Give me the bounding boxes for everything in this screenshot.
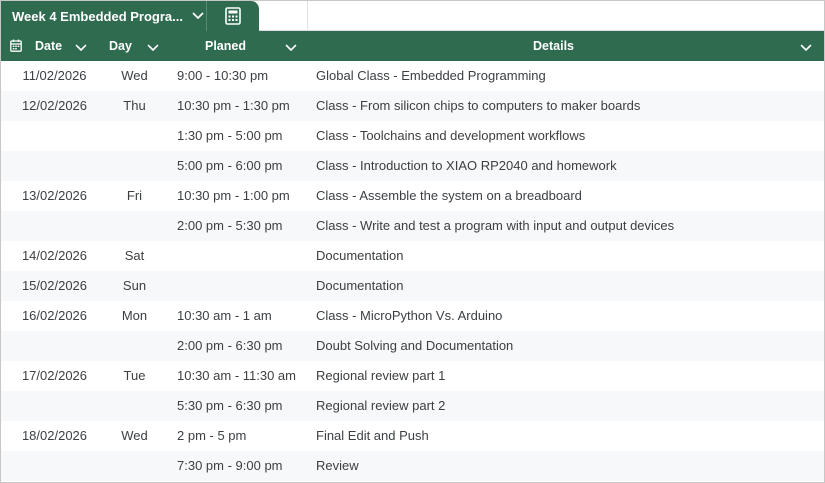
column-header-details[interactable]: Details — [308, 31, 824, 61]
column-header-row: Date Day Planed Details — [1, 31, 824, 61]
cell-date[interactable]: 16/02/2026 — [1, 301, 108, 331]
table-row[interactable]: 14/02/2026 Sat Documentation — [1, 241, 824, 271]
table-body: 11/02/2026 Wed 9:00 - 10:30 pm Global Cl… — [1, 61, 824, 481]
cell-planed[interactable]: 10:30 am - 11:30 am — [177, 361, 296, 391]
cell-planed[interactable]: 9:00 - 10:30 pm — [177, 61, 268, 91]
cell-planed[interactable]: 7:30 pm - 9:00 pm — [177, 451, 283, 481]
chevron-down-icon[interactable] — [192, 12, 204, 20]
cell-planed[interactable]: 2:00 pm - 6:30 pm — [177, 331, 283, 361]
cell-planed[interactable]: 1:30 pm - 5:00 pm — [177, 121, 283, 151]
table-row[interactable]: 2:00 pm - 6:30 pm Doubt Solving and Docu… — [1, 331, 824, 361]
calculator-icon[interactable] — [207, 1, 259, 31]
chevron-down-icon[interactable] — [800, 41, 812, 55]
cell-details[interactable]: Doubt Solving and Documentation — [316, 331, 513, 361]
table-row[interactable]: 15/02/2026 Sun Documentation — [1, 271, 824, 301]
cell-day[interactable]: Sat — [98, 241, 171, 271]
column-header-date[interactable]: Date — [1, 31, 98, 61]
chevron-down-icon[interactable] — [147, 41, 159, 55]
cell-day[interactable]: Sun — [98, 271, 171, 301]
cell-details[interactable]: Class - Introduction to XIAO RP2040 and … — [316, 151, 617, 181]
cell-day[interactable] — [98, 451, 171, 481]
cell-date[interactable] — [1, 331, 108, 361]
cell-details[interactable]: Class - Write and test a program with in… — [316, 211, 674, 241]
cell-details[interactable]: Documentation — [316, 271, 403, 301]
cell-planed[interactable]: 5:00 pm - 6:00 pm — [177, 151, 283, 181]
cell-details[interactable]: Regional review part 2 — [316, 391, 445, 421]
table-row[interactable]: 17/02/2026 Tue 10:30 am - 11:30 am Regio… — [1, 361, 824, 391]
table-tab-name[interactable]: Week 4 Embedded Progra... — [1, 1, 206, 31]
cell-details[interactable]: Review — [316, 451, 359, 481]
cell-details[interactable]: Class - MicroPython Vs. Arduino — [316, 301, 502, 331]
cell-date[interactable] — [1, 451, 108, 481]
table-row[interactable]: 5:30 pm - 6:30 pm Regional review part 2 — [1, 391, 824, 421]
cell-details[interactable]: Final Edit and Push — [316, 421, 429, 451]
cell-day[interactable]: Wed — [98, 61, 171, 91]
cell-planed[interactable]: 10:30 pm - 1:30 pm — [177, 91, 290, 121]
table-row[interactable]: 1:30 pm - 5:00 pm Class - Toolchains and… — [1, 121, 824, 151]
table-row[interactable]: 18/02/2026 Wed 2 pm - 5 pm Final Edit an… — [1, 421, 824, 451]
table-row[interactable]: 7:30 pm - 9:00 pm Review — [1, 451, 824, 481]
cell-date[interactable] — [1, 151, 108, 181]
calendar-icon — [10, 39, 22, 55]
cell-day[interactable]: Thu — [98, 91, 171, 121]
column-header-day[interactable]: Day — [98, 31, 168, 61]
cell-details[interactable]: Regional review part 1 — [316, 361, 445, 391]
cell-date[interactable]: 14/02/2026 — [1, 241, 108, 271]
table-tab: Week 4 Embedded Progra... — [1, 1, 259, 31]
cell-day[interactable]: Tue — [98, 361, 171, 391]
cell-planed[interactable]: 2:00 pm - 5:30 pm — [177, 211, 283, 241]
cell-day[interactable]: Wed — [98, 421, 171, 451]
cell-date[interactable] — [1, 211, 108, 241]
cell-date[interactable]: 13/02/2026 — [1, 181, 108, 211]
table-row[interactable]: 13/02/2026 Fri 10:30 pm - 1:00 pm Class … — [1, 181, 824, 211]
column-header-day-label: Day — [109, 39, 132, 53]
cell-day[interactable] — [98, 211, 171, 241]
cell-day[interactable] — [98, 391, 171, 421]
cell-date[interactable]: 12/02/2026 — [1, 91, 108, 121]
column-header-planed-label: Planed — [205, 39, 246, 53]
column-header-date-label: Date — [35, 39, 63, 53]
cell-day[interactable] — [98, 331, 171, 361]
cell-day[interactable]: Mon — [98, 301, 171, 331]
cell-planed[interactable]: 10:30 am - 1 am — [177, 301, 272, 331]
sheet-view: Week 4 Embedded Progra... Date Day Plane… — [0, 0, 825, 483]
tab-bar: Week 4 Embedded Progra... — [1, 1, 824, 31]
table-tab-title: Week 4 Embedded Progra... — [12, 8, 183, 24]
chevron-down-icon[interactable] — [285, 41, 297, 55]
table-row[interactable]: 5:00 pm - 6:00 pm Class - Introduction t… — [1, 151, 824, 181]
cell-details[interactable]: Class - Assemble the system on a breadbo… — [316, 181, 582, 211]
cell-planed[interactable]: 2 pm - 5 pm — [177, 421, 246, 451]
cell-planed[interactable]: 10:30 pm - 1:00 pm — [177, 181, 290, 211]
cell-date[interactable]: 17/02/2026 — [1, 361, 108, 391]
table-row[interactable]: 11/02/2026 Wed 9:00 - 10:30 pm Global Cl… — [1, 61, 824, 91]
cell-details[interactable]: Global Class - Embedded Programming — [316, 61, 546, 91]
cell-date[interactable]: 18/02/2026 — [1, 421, 108, 451]
table-row[interactable]: 12/02/2026 Thu 10:30 pm - 1:30 pm Class … — [1, 91, 824, 121]
column-header-planed[interactable]: Planed — [168, 31, 308, 61]
cell-date[interactable] — [1, 391, 108, 421]
table-row[interactable]: 2:00 pm - 5:30 pm Class - Write and test… — [1, 211, 824, 241]
cell-details[interactable]: Class - From silicon chips to computers … — [316, 91, 640, 121]
cell-day[interactable] — [98, 121, 171, 151]
cell-date[interactable]: 15/02/2026 — [1, 271, 108, 301]
cell-planed[interactable]: 5:30 pm - 6:30 pm — [177, 391, 283, 421]
cell-details[interactable]: Class - Toolchains and development workf… — [316, 121, 585, 151]
tabbar-divider — [307, 1, 308, 31]
cell-date[interactable]: 11/02/2026 — [1, 61, 108, 91]
column-header-details-label: Details — [533, 39, 574, 53]
cell-date[interactable] — [1, 121, 108, 151]
table-row[interactable]: 16/02/2026 Mon 10:30 am - 1 am Class - M… — [1, 301, 824, 331]
cell-details[interactable]: Documentation — [316, 241, 403, 271]
cell-day[interactable]: Fri — [98, 181, 171, 211]
chevron-down-icon[interactable] — [75, 41, 87, 55]
cell-day[interactable] — [98, 151, 171, 181]
